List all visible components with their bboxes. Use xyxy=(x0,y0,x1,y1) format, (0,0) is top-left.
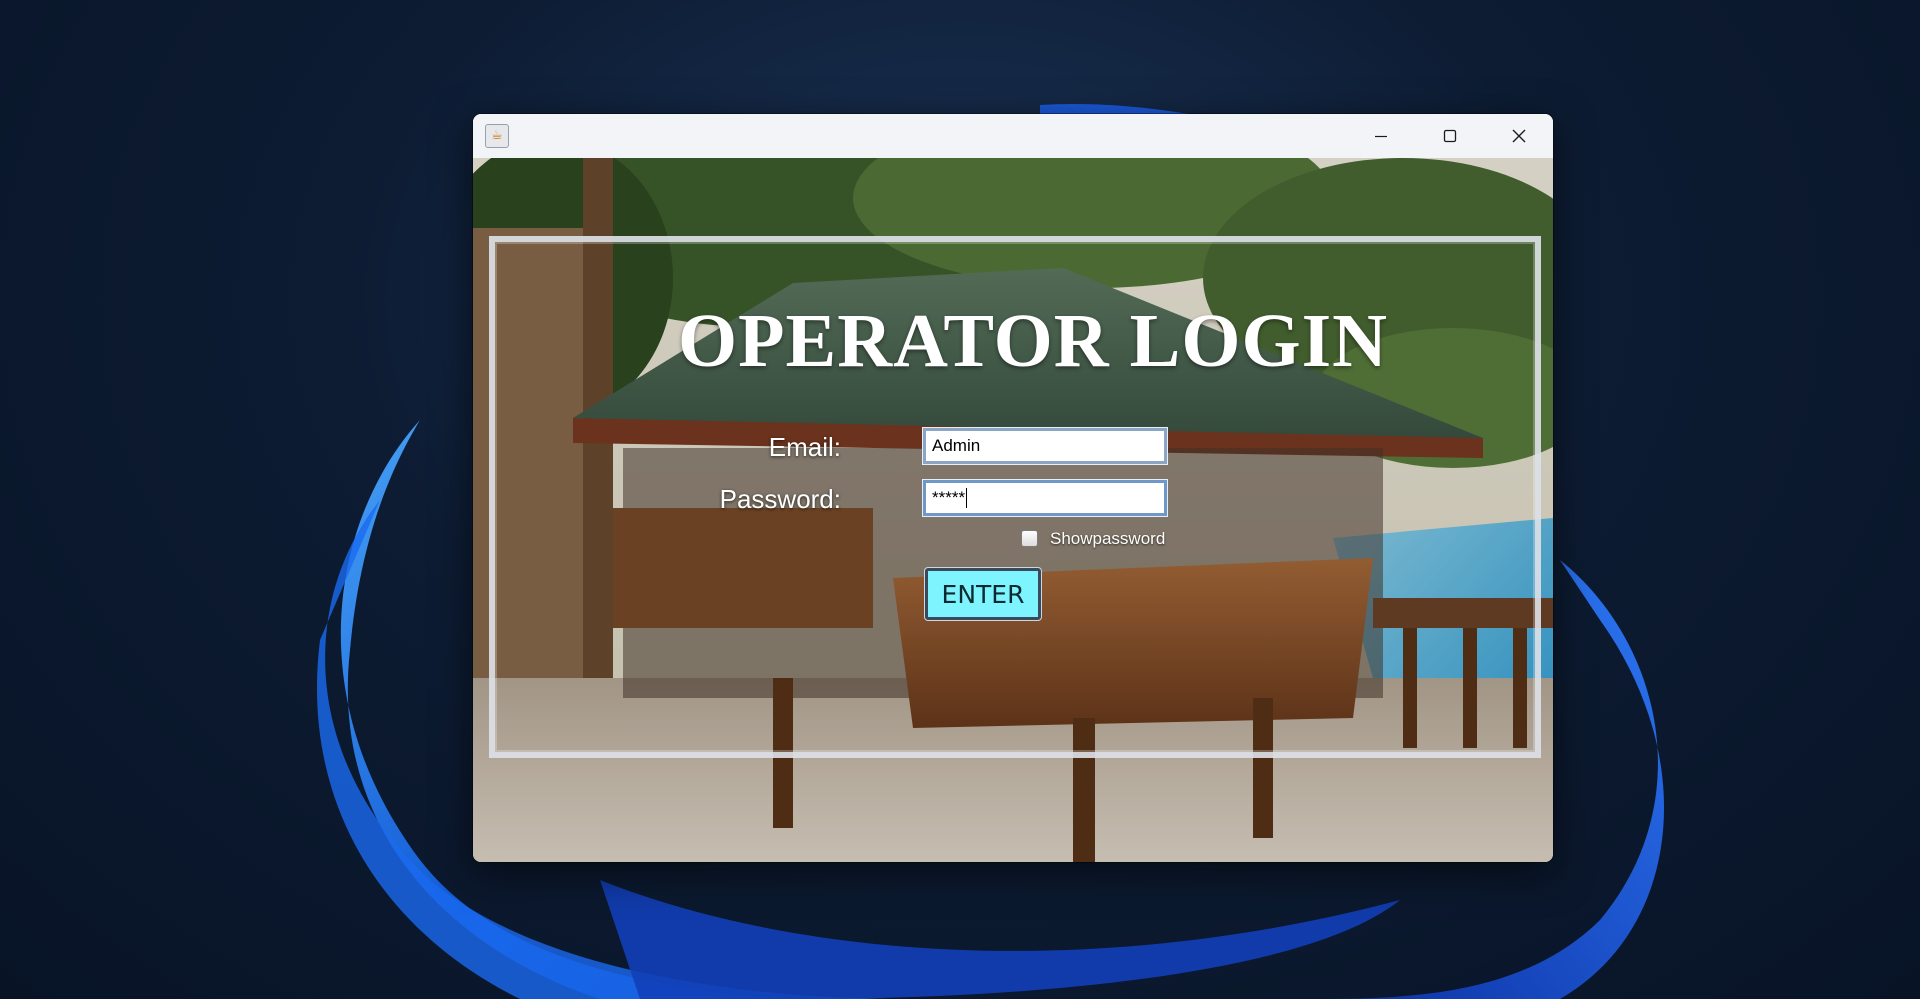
show-password-label[interactable]: Showpassword xyxy=(1050,529,1165,549)
page-title: OPERATOR LOGIN xyxy=(677,299,1389,383)
email-field[interactable]: Admin xyxy=(922,427,1168,465)
show-password-checkbox[interactable] xyxy=(1021,530,1038,547)
minimize-icon xyxy=(1374,135,1387,138)
email-label: Email: xyxy=(768,432,841,462)
password-value: ***** xyxy=(932,488,966,507)
title-bar[interactable]: ☕ xyxy=(473,114,1553,158)
desktop-background: ☕ OPERATOR LOGIN Email: Admin Password: … xyxy=(0,0,1920,999)
minimize-button[interactable] xyxy=(1346,114,1415,158)
text-caret xyxy=(966,488,968,508)
java-coffee-cup-icon[interactable]: ☕ xyxy=(485,124,509,148)
login-window: ☕ OPERATOR LOGIN Email: Admin Password: … xyxy=(473,114,1553,862)
close-icon xyxy=(1512,129,1525,143)
password-label: Password: xyxy=(673,484,841,515)
email-value: Admin xyxy=(932,436,981,455)
maximize-button[interactable] xyxy=(1415,114,1484,158)
maximize-icon xyxy=(1443,129,1456,143)
enter-button[interactable]: ENTER xyxy=(924,567,1042,621)
password-field[interactable]: ***** xyxy=(922,479,1168,517)
close-button[interactable] xyxy=(1484,114,1553,158)
password-label-text: Password: xyxy=(719,484,841,514)
login-content: OPERATOR LOGIN Email: Admin Password: **… xyxy=(473,158,1553,862)
